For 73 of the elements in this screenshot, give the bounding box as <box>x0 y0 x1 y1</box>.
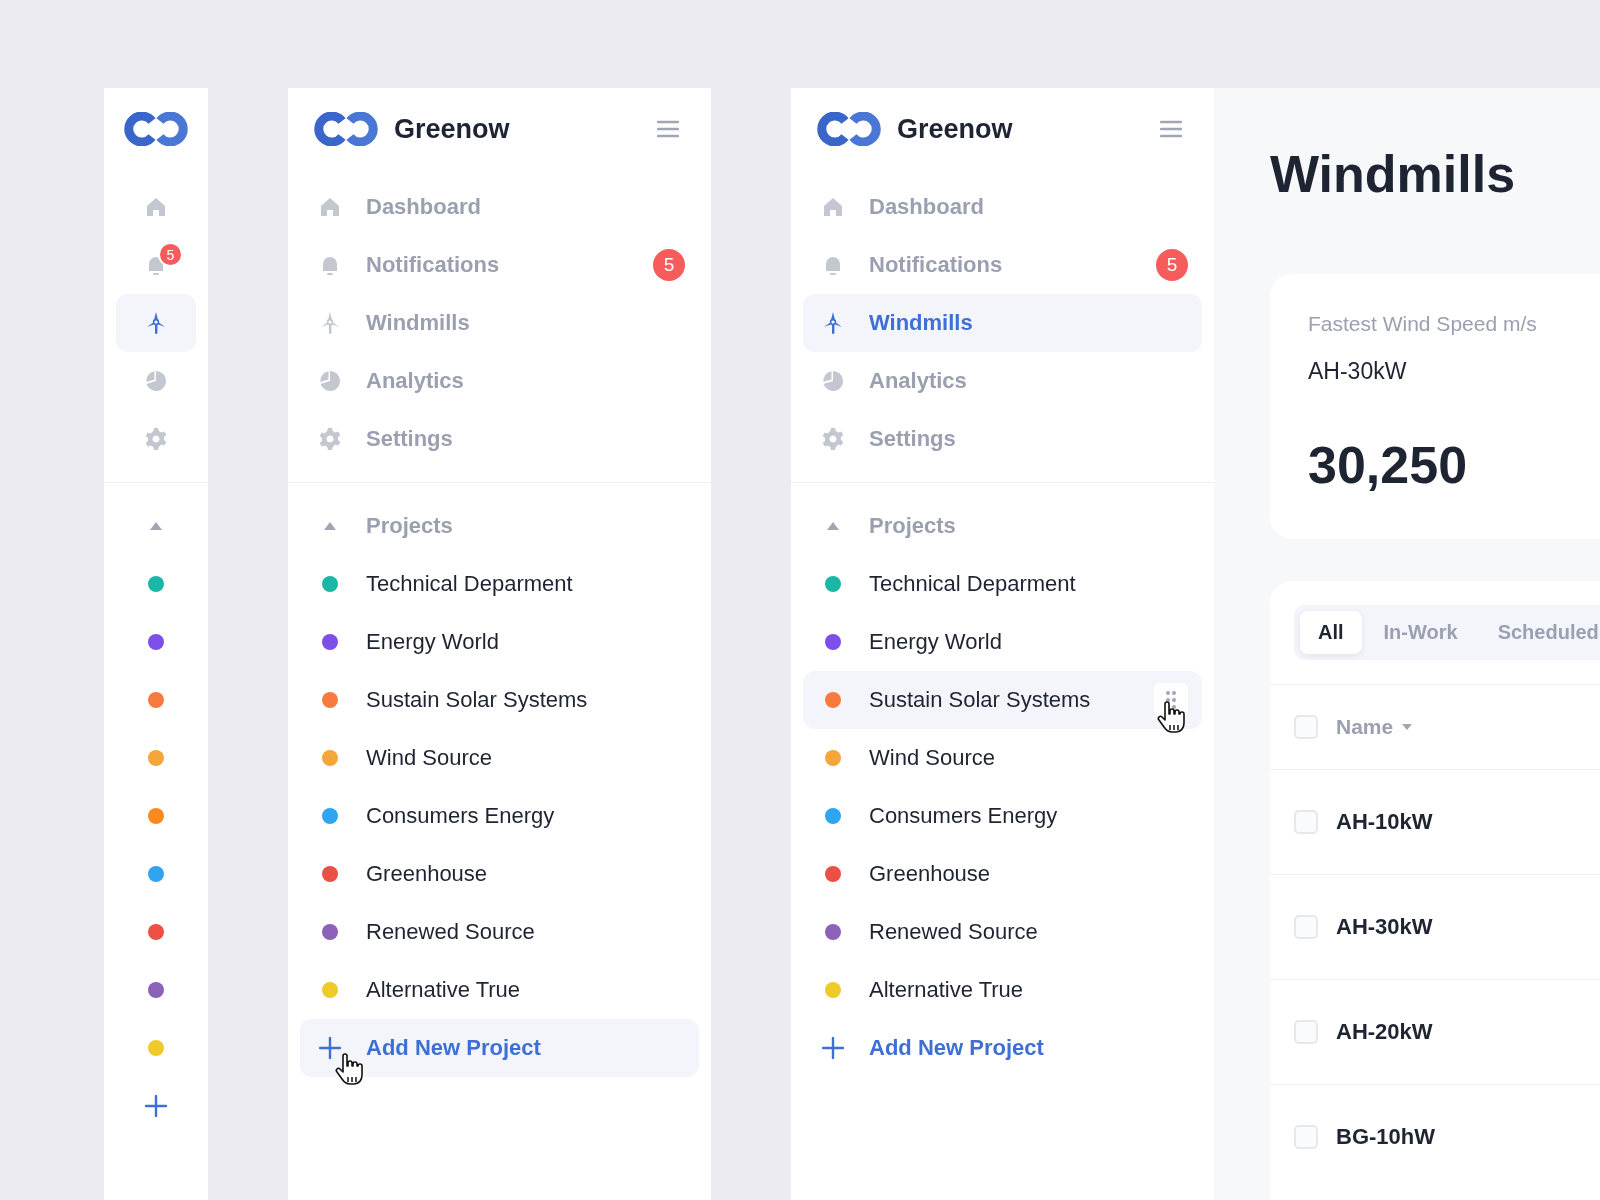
nav-item[interactable]: Dashboard <box>803 178 1202 236</box>
settings-icon <box>318 427 342 451</box>
sort-caret-icon <box>1401 723 1414 731</box>
table-cell: AH-10kW <box>1336 809 1433 835</box>
projects-toggle[interactable]: Projects <box>803 497 1202 555</box>
home-icon <box>821 195 845 219</box>
caret-icon <box>323 521 337 531</box>
project-item[interactable]: Renewed Source <box>803 903 1202 961</box>
nav-item[interactable]: Settings <box>300 410 699 468</box>
table-cell: BG-10hW <box>1336 1124 1435 1150</box>
logo-icon <box>122 112 190 146</box>
logo-icon <box>815 112 883 146</box>
project-item[interactable]: Energy World <box>803 613 1202 671</box>
pie-chart-icon <box>144 369 168 393</box>
project-item[interactable]: Energy World <box>300 613 699 671</box>
row-checkbox[interactable] <box>1294 1020 1318 1044</box>
row-checkbox[interactable] <box>1294 810 1318 834</box>
project-item[interactable]: Sustain Solar Systems <box>300 671 699 729</box>
nav-item[interactable]: Settings <box>803 410 1202 468</box>
select-all-checkbox[interactable] <box>1294 715 1318 739</box>
filter-tab[interactable]: All <box>1300 611 1362 654</box>
filter-tab[interactable]: Scheduled <box>1479 611 1600 654</box>
project-item[interactable]: Alternative True <box>803 961 1202 1019</box>
nav-item[interactable]: Dashboard <box>300 178 699 236</box>
table-cell: AH-30kW <box>1336 914 1433 940</box>
pie-chart-icon <box>318 369 342 393</box>
row-checkbox[interactable] <box>1294 915 1318 939</box>
project-item[interactable]: Greenhouse <box>300 845 699 903</box>
project-item[interactable]: Alternative True <box>300 961 699 1019</box>
caret-icon <box>149 521 163 531</box>
notification-badge: 5 <box>653 249 685 281</box>
hand-cursor-icon <box>1156 701 1186 735</box>
name-column-header[interactable]: Name <box>1336 715 1414 739</box>
stat-value: 30,250 <box>1308 435 1469 495</box>
home-icon <box>144 195 168 219</box>
notification-badge: 5 <box>158 242 183 267</box>
brand-name: Greenow <box>394 113 511 145</box>
stat-name: AH-30kW <box>1308 358 1408 385</box>
pie-chart-icon <box>821 369 845 393</box>
filter-tab[interactable]: In-Work <box>1365 611 1476 654</box>
project-item[interactable]: Greenhouse <box>803 845 1202 903</box>
settings-icon <box>144 427 168 451</box>
hand-cursor-icon <box>334 1053 364 1087</box>
page-title: Windmills <box>1270 144 1517 204</box>
table-cell: AH-20kW <box>1336 1019 1433 1045</box>
logo-icon <box>312 112 380 146</box>
project-item[interactable]: Technical Deparment <box>300 555 699 613</box>
project-item[interactable]: Wind Source <box>300 729 699 787</box>
nav-item[interactable]: Windmills <box>300 294 699 352</box>
project-item[interactable]: Technical Deparment <box>803 555 1202 613</box>
nav-item[interactable]: Windmills <box>803 294 1202 352</box>
plus-icon <box>319 1037 341 1059</box>
projects-toggle[interactable]: Projects <box>300 497 699 555</box>
nav-item[interactable]: Notifications 5 <box>803 236 1202 294</box>
add-project-button[interactable]: Add New Project <box>803 1019 1202 1077</box>
plus-icon <box>145 1095 167 1117</box>
nav-item[interactable]: Notifications 5 <box>300 236 699 294</box>
caret-icon <box>826 521 840 531</box>
nav-item[interactable]: Analytics <box>300 352 699 410</box>
plus-icon <box>822 1037 844 1059</box>
project-item[interactable]: Consumers Energy <box>803 787 1202 845</box>
project-item[interactable]: Wind Source <box>803 729 1202 787</box>
project-item[interactable]: Renewed Source <box>300 903 699 961</box>
nav-item[interactable] <box>116 294 196 352</box>
project-item[interactable]: Consumers Energy <box>300 787 699 845</box>
settings-icon <box>821 427 845 451</box>
nav-item[interactable]: 5 <box>116 236 196 294</box>
notification-badge: 5 <box>1156 249 1188 281</box>
home-icon <box>318 195 342 219</box>
brand-name: Greenow <box>897 113 1014 145</box>
stat-label: Fastest Wind Speed m/s <box>1308 312 1538 336</box>
nav-item[interactable]: Analytics <box>803 352 1202 410</box>
row-checkbox[interactable] <box>1294 1125 1318 1149</box>
